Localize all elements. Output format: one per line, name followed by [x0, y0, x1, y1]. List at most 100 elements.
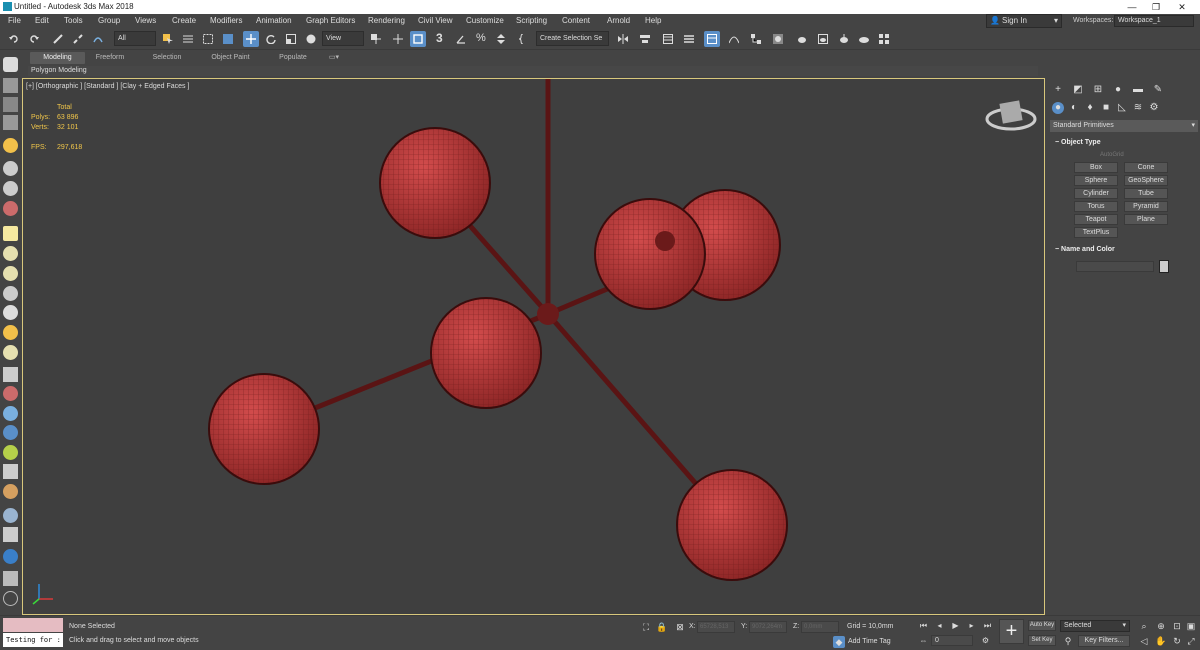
helper-icon[interactable]: [3, 386, 18, 401]
layer-explorer-button[interactable]: [681, 31, 697, 47]
toggle-ribbon-button[interactable]: [704, 31, 720, 47]
rotate-button[interactable]: [263, 31, 279, 47]
time-tag-icon[interactable]: ◆: [833, 636, 845, 648]
named-selection-dropdown[interactable]: Create Selection Se: [536, 31, 609, 46]
tab-modeling[interactable]: Modeling: [30, 52, 85, 64]
z-coordinate-field[interactable]: 0,0mm: [801, 621, 839, 633]
angle-snap-button[interactable]: [453, 31, 469, 47]
menu-content[interactable]: Content: [562, 16, 590, 25]
menu-edit[interactable]: Edit: [35, 16, 49, 25]
shapes-icon[interactable]: ◐: [1068, 102, 1080, 114]
zoom-all-icon[interactable]: ⊕: [1155, 620, 1167, 632]
hair-icon[interactable]: [3, 464, 18, 479]
torus-icon[interactable]: [3, 286, 18, 301]
orbit-view-icon[interactable]: ↻: [1171, 635, 1183, 647]
cone-button[interactable]: Cone: [1124, 162, 1168, 173]
sphere-icon[interactable]: [3, 266, 18, 281]
mirror-button[interactable]: [615, 31, 631, 47]
placement-button[interactable]: [303, 31, 319, 47]
sun-icon[interactable]: [3, 325, 18, 340]
utility-icon[interactable]: [3, 571, 18, 586]
foliage-icon[interactable]: [3, 445, 18, 460]
x-coordinate-field[interactable]: 65728,513: [697, 621, 735, 633]
restore-button[interactable]: ❐: [1144, 0, 1168, 14]
go-to-end-icon[interactable]: ⏭: [982, 620, 993, 631]
tab-populate[interactable]: Populate: [271, 52, 315, 64]
cameras-icon[interactable]: ■: [1100, 102, 1112, 114]
render-sphere-icon[interactable]: [3, 549, 18, 564]
space-warps-icon[interactable]: ≋: [1132, 102, 1144, 114]
plane-button[interactable]: Plane: [1124, 214, 1168, 225]
utilities-tab-wrench-icon[interactable]: ✎: [1152, 84, 1164, 96]
play-icon[interactable]: ▶: [950, 620, 961, 631]
menu-views[interactable]: Views: [135, 16, 156, 25]
link-button[interactable]: [50, 31, 66, 47]
disc-icon[interactable]: [3, 345, 18, 360]
workspace-select[interactable]: Workspace_1: [1114, 15, 1194, 27]
help-icon[interactable]: [3, 591, 18, 606]
box-button[interactable]: Box: [1074, 162, 1118, 173]
menu-civil-view[interactable]: Civil View: [418, 16, 453, 25]
helpers-icon[interactable]: ◺: [1116, 102, 1128, 114]
motion-tab-icon[interactable]: ●: [1112, 84, 1124, 96]
field-of-view-icon[interactable]: ◁: [1138, 635, 1150, 647]
tab-freeform[interactable]: Freeform: [88, 52, 132, 64]
go-to-start-icon[interactable]: ⏮: [918, 620, 929, 631]
spinner-snap-button[interactable]: [493, 31, 509, 47]
pyramid-button[interactable]: Pyramid: [1124, 201, 1168, 212]
selection-filter-dropdown[interactable]: All: [114, 31, 156, 46]
menu-group[interactable]: Group: [98, 16, 120, 25]
absolute-mode-icon[interactable]: ⊠: [674, 621, 686, 633]
menu-create[interactable]: Create: [172, 16, 196, 25]
textplus-button[interactable]: TextPlus: [1074, 227, 1118, 238]
redo-button[interactable]: [26, 31, 42, 47]
window-crossing-button[interactable]: [220, 31, 236, 47]
undo-button[interactable]: [6, 31, 22, 47]
move-button[interactable]: [243, 31, 259, 47]
render-setup-button[interactable]: [794, 31, 810, 47]
render-in-cloud-button[interactable]: [856, 31, 872, 47]
rendered-frame-window-button[interactable]: [815, 31, 831, 47]
layer-toolbar-icon[interactable]: [3, 78, 18, 93]
sign-in-dropdown[interactable]: 👤 Sign In ▾: [986, 14, 1062, 28]
object-type-rollout[interactable]: − Object Type: [1050, 139, 1198, 146]
selection-lock-icon[interactable]: 🔒: [656, 621, 668, 633]
create-tab-plus-icon[interactable]: +: [1052, 84, 1064, 96]
geometry-icon[interactable]: ●: [1052, 102, 1064, 114]
snaps-toggle-button[interactable]: 3: [433, 31, 449, 47]
key-filter-icon[interactable]: ⚲: [1062, 635, 1074, 647]
viewcube[interactable]: [985, 100, 1037, 131]
tube-button[interactable]: Tube: [1124, 188, 1168, 199]
systems-icon[interactable]: ⚙: [1148, 102, 1160, 114]
primitive-type-dropdown[interactable]: Standard Primitives ▾: [1050, 120, 1198, 132]
keyboard-shortcut-button[interactable]: [410, 31, 426, 47]
orbit-icon[interactable]: [3, 181, 18, 196]
scale-button[interactable]: [283, 31, 299, 47]
menu-rendering[interactable]: Rendering: [368, 16, 405, 25]
ribbon-options-button[interactable]: ▭▾: [324, 52, 344, 64]
viewport-layout-icon[interactable]: [3, 57, 18, 72]
object-color-swatch[interactable]: [1159, 260, 1169, 273]
select-manipulate-button[interactable]: [390, 31, 406, 47]
close-button[interactable]: ✕: [1170, 0, 1194, 14]
key-filters-button[interactable]: Key Filters...: [1078, 635, 1130, 647]
lights-icon[interactable]: ♦: [1084, 102, 1096, 114]
edit-named-selection-button[interactable]: [516, 31, 532, 47]
cone-icon[interactable]: [3, 305, 18, 320]
scene-list-icon[interactable]: [3, 97, 18, 112]
particle-icon[interactable]: [3, 367, 18, 382]
lightbulb-icon[interactable]: [3, 138, 18, 153]
previous-frame-icon[interactable]: ◂: [934, 620, 945, 631]
tab-object-paint[interactable]: Object Paint: [203, 52, 258, 64]
isolate-selection-icon[interactable]: ⛶: [640, 621, 652, 633]
auto-key-button[interactable]: Auto Key: [1028, 620, 1056, 631]
rotate-view-icon[interactable]: [3, 161, 18, 176]
box-primitive-icon[interactable]: [3, 226, 18, 241]
hierarchy-tab-icon[interactable]: ⊞: [1092, 84, 1104, 96]
zoom-icon[interactable]: ⌕: [1138, 620, 1150, 632]
key-selection-set-dropdown[interactable]: Selected ▾: [1060, 620, 1130, 632]
menu-arnold[interactable]: Arnold: [607, 16, 630, 25]
sphere-button[interactable]: Sphere: [1074, 175, 1118, 186]
texture-icon[interactable]: [3, 484, 18, 499]
torus-button[interactable]: Torus: [1074, 201, 1118, 212]
